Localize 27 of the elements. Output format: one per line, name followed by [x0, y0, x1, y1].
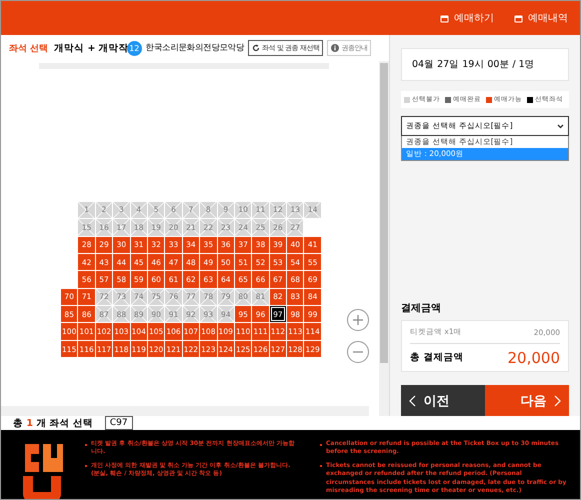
- zoom-out-button[interactable]: [347, 341, 369, 363]
- section-title: 좌석 선택: [9, 42, 48, 54]
- next-button[interactable]: 다음: [485, 385, 569, 416]
- total-amount: 20,000: [508, 348, 560, 366]
- selection-summary: 총 1 개 좌석 선택: [13, 416, 93, 430]
- info-icon: [331, 44, 340, 52]
- calendar-icon: [514, 14, 523, 22]
- minus-icon: [353, 351, 363, 353]
- chevron-right-icon: [554, 394, 561, 406]
- chevron-left-icon: [409, 394, 416, 406]
- event-title: 개막식 + 개막작: [54, 42, 129, 54]
- selected-seat-tag: C97: [104, 416, 133, 430]
- age-badge: 12: [126, 40, 142, 56]
- plus-icon: [353, 315, 363, 325]
- chevron-down-icon: [557, 124, 564, 128]
- venue-name: 한국소리문화의전당모악당: [146, 42, 244, 54]
- horizontal-scrollbar[interactable]: [1, 406, 369, 416]
- nav-link[interactable]: 예매내역: [514, 11, 568, 25]
- nav-link[interactable]: 예매하기: [440, 11, 494, 25]
- refresh-icon: [252, 44, 260, 52]
- zoom-in-button[interactable]: [347, 309, 369, 331]
- calendar-icon: [440, 14, 449, 22]
- vertical-scrollbar[interactable]: [379, 61, 389, 416]
- total-label: 총 결제금액: [410, 351, 464, 364]
- previous-button[interactable]: 이전: [401, 385, 485, 416]
- performance-datetime: 04월 27일 19시 00분 / 1명: [412, 58, 535, 71]
- payment-title: 결제금액: [401, 302, 442, 315]
